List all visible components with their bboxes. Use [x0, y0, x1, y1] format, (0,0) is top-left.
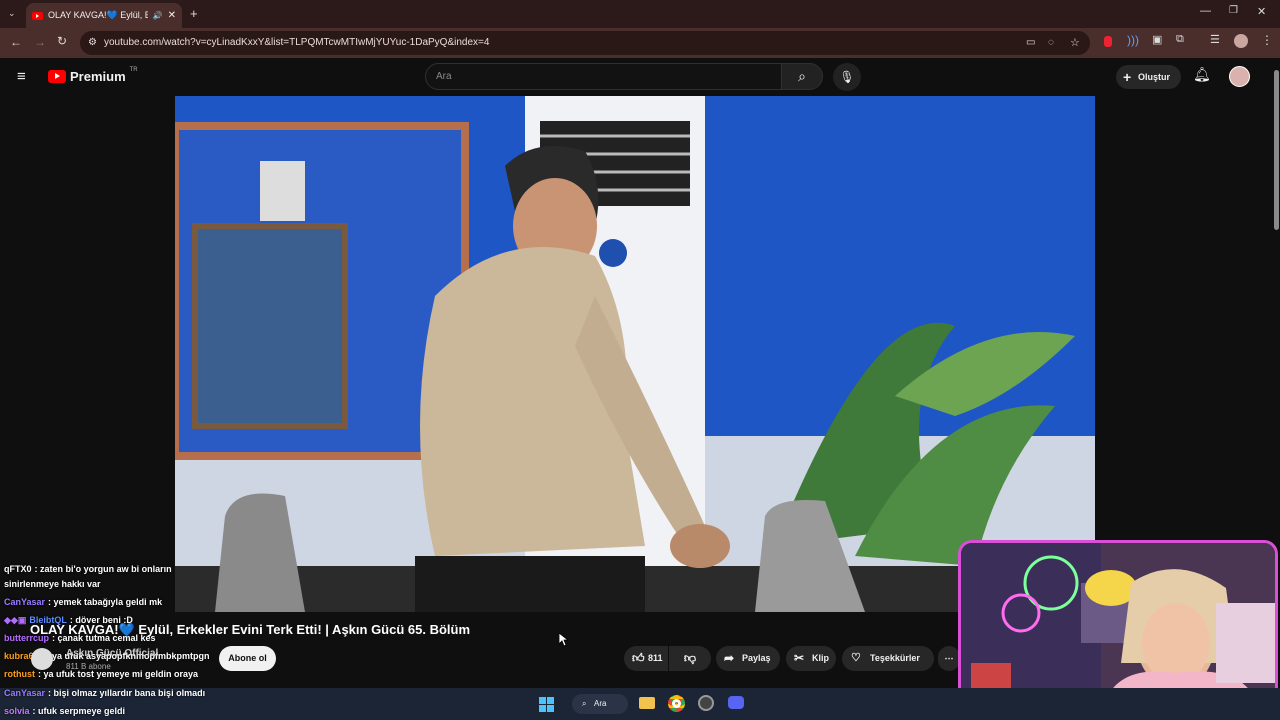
- chat-message: solvia: ufuk serpmeye geldi: [4, 706, 126, 716]
- taskbar-search-icon: ⌕: [582, 699, 587, 708]
- browser-menu-icon[interactable]: ⋮: [1261, 33, 1273, 47]
- chrome-icon[interactable]: [668, 695, 685, 712]
- search-input[interactable]: Ara: [425, 63, 782, 90]
- thumbs-up-icon: 👍︎: [632, 651, 645, 665]
- chat-badge-icon: ◆◆▣: [4, 615, 27, 625]
- channel-name[interactable]: Aşkın Gücü Official: [66, 648, 158, 659]
- minimize-icon[interactable]: —: [1200, 5, 1211, 17]
- back-icon[interactable]: ←: [10, 35, 22, 49]
- create-label: Oluştur: [1138, 72, 1171, 82]
- browser-tab[interactable]: OLAY KAVGA!💙 Eylül, Erke 🔊 ✕: [26, 3, 182, 28]
- share-button[interactable]: ➦ Paylaş: [716, 646, 780, 671]
- account-avatar[interactable]: [1229, 66, 1250, 87]
- search-button[interactable]: ⌕: [781, 63, 823, 90]
- browser-tab-bar: ⌄ OLAY KAVGA!💙 Eylül, Erke 🔊 ✕ + — ❐ ✕: [0, 0, 1280, 28]
- thanks-label: Teşekkürler: [870, 653, 920, 663]
- extensions-puzzle-icon[interactable]: ⧉: [1176, 33, 1184, 46]
- thumbs-down-icon: 👎︎: [683, 651, 697, 665]
- youtube-play-icon: [48, 70, 66, 83]
- share-arrow-icon: ➦: [724, 651, 735, 665]
- windows-start-icon[interactable]: [539, 697, 554, 712]
- tab-list-icon[interactable]: ⌄: [8, 8, 16, 19]
- thanks-button[interactable]: ♡ Teşekkürler: [842, 646, 934, 671]
- share-label: Paylaş: [742, 653, 771, 663]
- hamburger-menu-icon[interactable]: ≡: [17, 68, 26, 85]
- more-dots-icon: ⋯: [944, 653, 954, 663]
- taskbar-search-label: Ara: [594, 699, 607, 708]
- subscriber-count: 811 B abone: [66, 662, 111, 671]
- eye-off-icon[interactable]: ◌: [1048, 31, 1054, 55]
- more-actions-button[interactable]: ⋯: [938, 646, 960, 671]
- video-title: OLAY KAVGA!💙 Eylül, Erkekler Evini Terk …: [30, 622, 471, 637]
- logo-region: TR: [129, 66, 138, 73]
- scissors-icon: ✂: [794, 651, 805, 665]
- speaker-icon[interactable]: 🔊: [153, 11, 163, 20]
- subscribe-button[interactable]: Abone ol: [219, 646, 276, 671]
- create-button[interactable]: + Oluştur: [1116, 65, 1181, 89]
- address-bar[interactable]: ⚙ youtube.com/watch?v=cyLinadKxxY&list=T…: [80, 31, 1090, 55]
- like-count: 811: [648, 653, 663, 663]
- discord-icon[interactable]: [728, 696, 744, 709]
- chat-message: CanYasar: yemek tabağıyla geldi mk: [4, 597, 163, 607]
- clip-button[interactable]: ✂ Klip: [786, 646, 836, 671]
- clip-label: Klip: [812, 653, 829, 663]
- youtube-favicon-icon: [32, 11, 43, 20]
- restore-icon[interactable]: ❐: [1229, 5, 1238, 16]
- new-tab-icon[interactable]: +: [190, 6, 198, 21]
- notifications-bell-icon[interactable]: 🔔︎: [1193, 66, 1211, 83]
- extension-box-icon[interactable]: ▣: [1152, 33, 1162, 46]
- voice-search-button[interactable]: 🎙: [833, 63, 861, 91]
- extension-wave-icon[interactable]: ))): [1127, 33, 1139, 47]
- logo-text: Premium: [70, 69, 126, 84]
- youtube-logo[interactable]: Premium TR: [48, 66, 138, 84]
- close-window-icon[interactable]: ✕: [1257, 5, 1266, 18]
- extension-red-icon[interactable]: [1104, 36, 1112, 47]
- channel-avatar[interactable]: [31, 648, 53, 670]
- bookmark-star-icon[interactable]: ☆: [1070, 31, 1080, 55]
- site-info-icon[interactable]: ⚙: [88, 31, 97, 55]
- close-tab-icon[interactable]: ✕: [168, 10, 176, 21]
- microphone-icon: 🎙: [839, 70, 855, 84]
- file-explorer-icon[interactable]: [639, 697, 655, 709]
- chat-message: qFTX0: zaten bi'o yorgun aw bi onların: [4, 564, 172, 574]
- reload-icon[interactable]: ↻: [57, 34, 67, 48]
- heart-dollar-icon: ♡: [851, 652, 861, 664]
- url-text: youtube.com/watch?v=cyLinadKxxY&list=TLP…: [104, 37, 490, 48]
- like-button[interactable]: 👍︎ 811: [624, 646, 668, 671]
- plus-icon: +: [1123, 69, 1132, 85]
- chat-message: CanYasar: bişi olmaz yıllardır bana bişi…: [4, 688, 206, 698]
- profile-avatar[interactable]: [1234, 34, 1248, 48]
- cast-icon[interactable]: ▭: [1026, 31, 1035, 55]
- video-frame: [175, 96, 1095, 612]
- page-scrollbar[interactable]: [1272, 60, 1280, 240]
- forward-icon[interactable]: →: [34, 35, 46, 49]
- obs-icon[interactable]: [698, 695, 714, 711]
- reading-list-icon[interactable]: ☰: [1210, 33, 1220, 46]
- taskbar-search[interactable]: ⌕ Ara: [572, 694, 628, 714]
- search-icon: ⌕: [798, 68, 806, 84]
- chat-message: sinirlenmeye hakkı var: [4, 579, 101, 589]
- video-player[interactable]: [175, 96, 1095, 612]
- tab-title: OLAY KAVGA!💙 Eylül, Erke: [48, 10, 148, 20]
- mouse-cursor-icon: [559, 633, 569, 647]
- dislike-button[interactable]: 👎︎: [669, 646, 711, 671]
- browser-toolbar: ← → ↻ ⚙ youtube.com/watch?v=cyLinadKxxY&…: [0, 28, 1280, 58]
